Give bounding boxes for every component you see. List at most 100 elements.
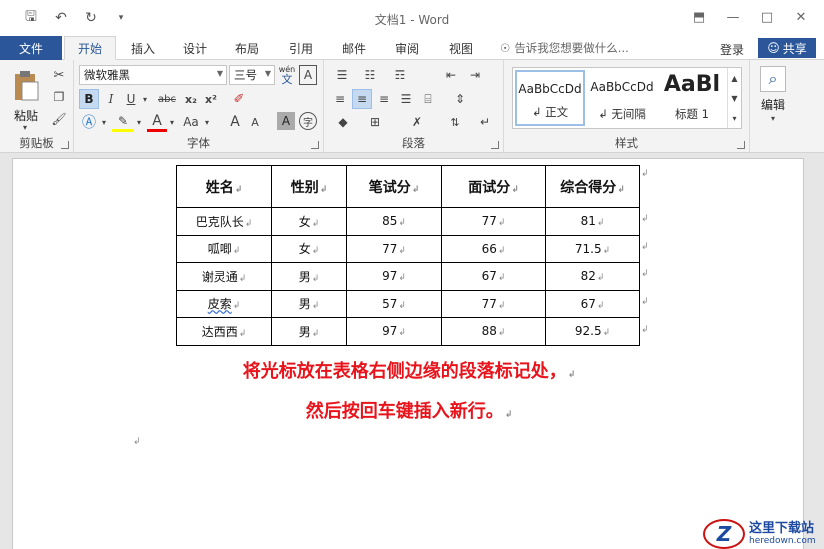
tell-me-box[interactable]: ☉ 告诉我您想要做什么...: [500, 40, 629, 56]
styles-launcher-icon[interactable]: [737, 141, 745, 149]
row-end-mark-icon[interactable]: ↲: [641, 242, 649, 252]
chevron-down-icon[interactable]: ▾: [140, 91, 150, 107]
table-cell[interactable]: 男↲: [271, 317, 347, 346]
editing-label[interactable]: 编辑: [754, 96, 792, 112]
maximize-icon[interactable]: □: [750, 4, 784, 30]
font-name-combo[interactable]: 微软雅黑 ▼: [79, 65, 227, 85]
row-end-mark-icon[interactable]: ↲: [641, 297, 649, 307]
align-left-icon[interactable]: ≡: [330, 90, 350, 108]
table-cell[interactable]: 达西西↲: [176, 317, 272, 346]
strikethrough-button[interactable]: abc: [154, 89, 180, 109]
table-cell[interactable]: 67↲: [545, 289, 640, 318]
table-cell[interactable]: 67↲: [441, 262, 546, 291]
header-cell[interactable]: 性别↲: [271, 165, 347, 208]
font-color-icon[interactable]: A: [147, 112, 167, 132]
chevron-down-icon[interactable]: ▾: [766, 112, 780, 124]
change-case-button[interactable]: Aa: [180, 112, 202, 132]
format-painter-icon[interactable]: 🖌: [50, 110, 68, 128]
table-cell[interactable]: 谢灵通↲: [176, 262, 272, 291]
font-launcher-icon[interactable]: [311, 141, 319, 149]
style-no-spacing[interactable]: AaBbCcDd ↲ 无间隔: [587, 70, 657, 126]
chinese-layout-icon[interactable]: ✗: [404, 112, 430, 132]
align-right-icon[interactable]: ≡: [374, 90, 394, 108]
table-cell[interactable]: 女↲: [271, 207, 347, 236]
header-cell[interactable]: 面试分↲: [441, 165, 546, 208]
paste-dropdown-icon[interactable]: ▾: [18, 122, 32, 132]
table-cell[interactable]: 71.5↲: [545, 234, 640, 263]
highlight-icon[interactable]: ✎: [112, 112, 134, 132]
table-cell[interactable]: 男↲: [271, 289, 347, 318]
phonetic-guide-button[interactable]: wén 文: [277, 64, 297, 86]
tab-insert[interactable]: 插入: [122, 36, 164, 60]
paragraph-launcher-icon[interactable]: [491, 141, 499, 149]
score-table[interactable]: 姓名↲ 性别↲ 笔试分↲ 面试分↲ 综合得分↲ 巴克队长↲ 女↲ 85↲ 77↲…: [176, 165, 640, 346]
show-marks-icon[interactable]: ↵: [474, 112, 496, 132]
find-icon[interactable]: ⌕: [760, 66, 786, 92]
table-cell[interactable]: 88↲: [441, 317, 546, 346]
style-heading1[interactable]: AaBl 标题 1: [659, 70, 725, 126]
char-shading-button[interactable]: A: [277, 112, 295, 130]
row-end-mark-icon[interactable]: ↲: [641, 325, 649, 335]
table-cell[interactable]: 81↲: [545, 207, 640, 236]
superscript-button[interactable]: x²: [202, 89, 220, 109]
cut-icon[interactable]: ✂: [50, 66, 68, 84]
table-cell[interactable]: 97↲: [346, 317, 442, 346]
tab-view[interactable]: 视图: [440, 36, 482, 60]
header-cell[interactable]: 笔试分↲: [346, 165, 442, 208]
bullets-icon[interactable]: ☰: [330, 66, 354, 84]
table-cell[interactable]: 77↲: [346, 234, 442, 263]
table-cell[interactable]: 女↲: [271, 234, 347, 263]
paragraph-mark-icon[interactable]: ↲: [133, 437, 141, 447]
text-effects-icon[interactable]: Ⓐ: [79, 112, 99, 132]
gallery-up-icon[interactable]: ▲: [727, 68, 741, 88]
ribbon-display-icon[interactable]: ⬒: [682, 4, 716, 30]
subscript-button[interactable]: x₂: [182, 89, 200, 109]
table-cell[interactable]: 77↲: [441, 207, 546, 236]
bold-button[interactable]: B: [79, 89, 99, 109]
minimize-icon[interactable]: —: [716, 4, 750, 30]
clear-formatting-icon[interactable]: ✐: [229, 89, 249, 109]
table-cell[interactable]: 66↲: [441, 234, 546, 263]
increase-indent-icon[interactable]: ⇥: [464, 66, 486, 84]
grow-font-button[interactable]: A: [226, 112, 244, 132]
table-cell[interactable]: 97↲: [346, 262, 442, 291]
distributed-icon[interactable]: ⌸: [418, 90, 438, 108]
table-cell[interactable]: 巴克队长↲: [176, 207, 272, 236]
header-cell[interactable]: 姓名↲: [176, 165, 272, 208]
row-end-mark-icon[interactable]: ↲: [641, 169, 649, 179]
tab-mailings[interactable]: 邮件: [333, 36, 375, 60]
table-cell[interactable]: 77↲: [441, 289, 546, 318]
gallery-down-icon[interactable]: ▼: [727, 88, 741, 108]
chevron-down-icon[interactable]: ▾: [99, 114, 109, 130]
table-cell[interactable]: 92.5↲: [545, 317, 640, 346]
enclose-char-button[interactable]: 字: [299, 112, 317, 130]
table-cell[interactable]: 男↲: [271, 262, 347, 291]
tab-file[interactable]: 文件: [0, 36, 62, 60]
table-cell[interactable]: 82↲: [545, 262, 640, 291]
chevron-down-icon[interactable]: ▾: [167, 114, 177, 130]
borders-icon[interactable]: ⊞: [362, 112, 388, 132]
align-center-icon[interactable]: ≡: [352, 89, 372, 109]
document-page[interactable]: 姓名↲ 性别↲ 笔试分↲ 面试分↲ 综合得分↲ 巴克队长↲ 女↲ 85↲ 77↲…: [12, 158, 816, 549]
multilevel-list-icon[interactable]: ☶: [386, 66, 414, 84]
font-size-combo[interactable]: 三号 ▼: [229, 65, 275, 85]
close-icon[interactable]: ✕: [784, 4, 818, 30]
tab-design[interactable]: 设计: [174, 36, 216, 60]
gallery-more-icon[interactable]: ▾: [727, 108, 741, 128]
chevron-down-icon[interactable]: ▾: [134, 114, 144, 130]
table-cell[interactable]: 57↲: [346, 289, 442, 318]
tab-home[interactable]: 开始: [64, 36, 116, 60]
table-cell[interactable]: 皮索↲: [176, 289, 272, 318]
sort-icon[interactable]: ⇅: [444, 112, 466, 132]
chevron-down-icon[interactable]: ▾: [202, 114, 212, 130]
copy-icon[interactable]: ❐: [50, 88, 68, 106]
char-border-icon[interactable]: A: [299, 65, 317, 85]
numbering-icon[interactable]: ☷: [358, 66, 382, 84]
tab-review[interactable]: 审阅: [386, 36, 428, 60]
table-cell[interactable]: 呱唧↲: [176, 234, 272, 263]
line-spacing-icon[interactable]: ⇕: [446, 90, 474, 108]
header-cell[interactable]: 综合得分↲: [545, 165, 640, 208]
shading-icon[interactable]: ◆: [330, 112, 356, 132]
table-cell[interactable]: 85↲: [346, 207, 442, 236]
decrease-indent-icon[interactable]: ⇤: [440, 66, 462, 84]
